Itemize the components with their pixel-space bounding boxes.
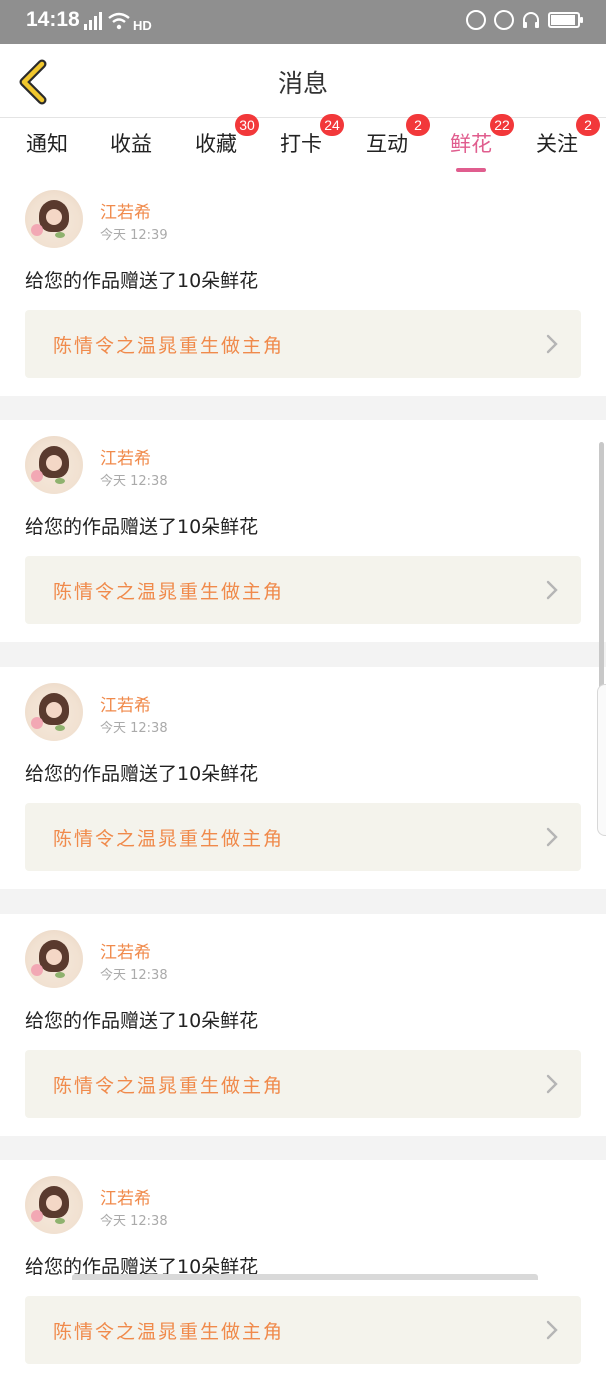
sender-name[interactable]: 江若希	[100, 198, 151, 223]
active-tab-indicator	[456, 168, 486, 172]
header-bar: 消息	[0, 44, 606, 118]
work-title: 陈情令之温晁重生做主角	[53, 828, 285, 850]
tab-label: 关注	[536, 132, 578, 156]
message-time: 今天 12:38	[100, 721, 168, 736]
chevron-right-icon	[546, 827, 558, 847]
status-bar: 14:18 HD	[0, 0, 606, 44]
message-time: 今天 12:38	[100, 968, 168, 983]
avatar[interactable]	[25, 683, 83, 741]
message-text: 给您的作品赠送了10朵鲜花	[25, 270, 259, 292]
sender-name[interactable]: 江若希	[100, 691, 151, 716]
avatar[interactable]	[25, 436, 83, 494]
message-text: 给您的作品赠送了10朵鲜花	[25, 516, 259, 538]
avatar[interactable]	[25, 190, 83, 248]
battery-icon	[548, 12, 583, 28]
message-text: 给您的作品赠送了10朵鲜花	[25, 763, 259, 785]
message-item[interactable]: 江若希 今天 12:38 给您的作品赠送了10朵鲜花 陈情令之温晁重生做主角	[0, 667, 606, 889]
avatar[interactable]	[25, 1176, 83, 1234]
tab-label: 通知	[26, 132, 68, 156]
sender-name[interactable]: 江若希	[100, 938, 151, 963]
status-time: 14:18	[26, 8, 80, 31]
signal-icon	[84, 12, 102, 30]
tab-interactions[interactable]: 互动 2	[366, 114, 430, 158]
tab-label: 打卡	[280, 132, 322, 156]
message-item[interactable]: 江若希 今天 12:38 给您的作品赠送了10朵鲜花 陈情令之温晁重生做主角	[0, 1160, 606, 1382]
work-link-card[interactable]: 陈情令之温晁重生做主角	[25, 1296, 581, 1364]
tab-favorites[interactable]: 收藏 30	[195, 114, 259, 158]
tab-label: 鲜花	[450, 132, 492, 156]
unread-badge: 24	[320, 114, 344, 136]
lock-rotation-icon	[466, 10, 486, 30]
unread-badge: 2	[576, 114, 600, 136]
work-title: 陈情令之温晁重生做主角	[53, 1075, 285, 1097]
chevron-right-icon	[546, 334, 558, 354]
message-text: 给您的作品赠送了10朵鲜花	[25, 1010, 259, 1032]
message-time: 今天 12:38	[100, 1214, 168, 1229]
chevron-right-icon	[546, 1320, 558, 1340]
tab-label: 互动	[366, 132, 408, 156]
avatar[interactable]	[25, 930, 83, 988]
message-item[interactable]: 江若希 今天 12:38 给您的作品赠送了10朵鲜花 陈情令之温晁重生做主角	[0, 420, 606, 642]
work-link-card[interactable]: 陈情令之温晁重生做主角	[25, 310, 581, 378]
scrollbar[interactable]	[599, 442, 604, 722]
headphones-icon	[523, 12, 539, 28]
tab-label: 收藏	[195, 132, 237, 156]
tab-follows[interactable]: 关注 2	[536, 114, 600, 158]
hd-indicator: HD	[133, 18, 152, 33]
work-title: 陈情令之温晁重生做主角	[53, 1321, 285, 1343]
chevron-right-icon	[546, 580, 558, 600]
message-item[interactable]: 江若希 今天 12:38 给您的作品赠送了10朵鲜花 陈情令之温晁重生做主角	[0, 914, 606, 1136]
message-time: 今天 12:38	[100, 474, 168, 489]
edge-swipe-handle[interactable]	[597, 684, 606, 836]
tab-notifications[interactable]: 通知	[26, 128, 68, 158]
message-item[interactable]: 江若希 今天 12:39 给您的作品赠送了10朵鲜花 陈情令之温晁重生做主角	[0, 174, 606, 396]
tab-flowers[interactable]: 鲜花 22	[450, 114, 514, 172]
tab-checkin[interactable]: 打卡 24	[280, 114, 344, 158]
work-link-card[interactable]: 陈情令之温晁重生做主角	[25, 556, 581, 624]
work-title: 陈情令之温晁重生做主角	[53, 581, 285, 603]
tab-label: 收益	[110, 132, 152, 156]
message-time: 今天 12:39	[100, 228, 168, 243]
unread-badge: 30	[235, 114, 259, 136]
page-title: 消息	[277, 69, 328, 98]
unread-badge: 22	[490, 114, 514, 136]
sender-name[interactable]: 江若希	[100, 1184, 151, 1209]
work-title: 陈情令之温晁重生做主角	[53, 335, 285, 357]
work-link-card[interactable]: 陈情令之温晁重生做主角	[25, 1050, 581, 1118]
wifi-icon	[108, 12, 130, 30]
chevron-right-icon	[546, 1074, 558, 1094]
unread-badge: 2	[406, 114, 430, 136]
tab-earnings[interactable]: 收益	[110, 128, 152, 158]
sender-name[interactable]: 江若希	[100, 444, 151, 469]
work-link-card[interactable]: 陈情令之温晁重生做主角	[25, 803, 581, 871]
tab-bar: 通知 收益 收藏 30 打卡 24 互动 2 鲜花 22 关注 2	[0, 114, 606, 174]
alarm-icon	[494, 10, 514, 30]
gesture-nav-bar[interactable]	[72, 1274, 538, 1280]
